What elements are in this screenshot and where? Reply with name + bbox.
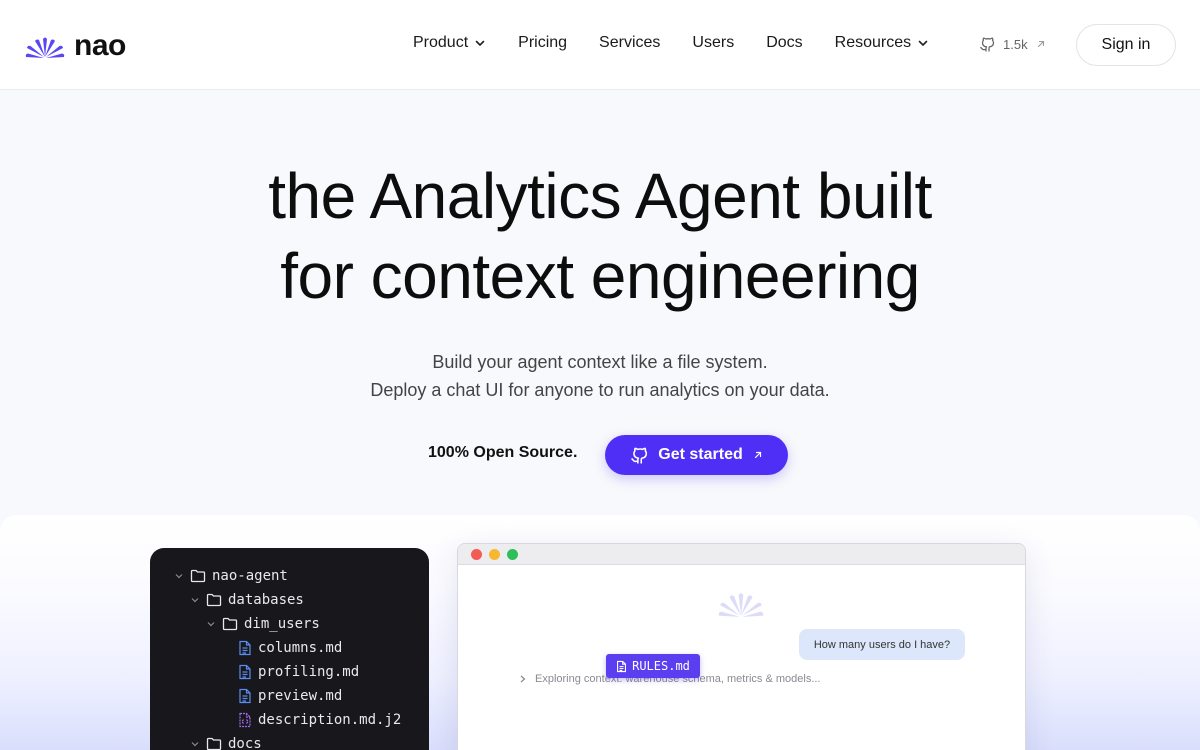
chevron-down-icon <box>207 622 215 627</box>
hero-subtitle-line: Build your agent context like a file sys… <box>432 352 768 372</box>
chevron-down-icon <box>475 40 485 46</box>
chevron-right-icon <box>520 675 526 683</box>
tree-folder-row[interactable]: nao-agent <box>174 564 288 588</box>
main-nav: Product Pricing Services Users Docs Reso… <box>413 34 961 52</box>
dragged-file-label: RULES.md <box>632 659 690 673</box>
chevron-down-icon <box>191 598 199 603</box>
nav-item-label: Product <box>413 34 469 51</box>
file-tree-panel: nao-agent databases dim_users columns.md… <box>150 548 429 750</box>
brand-name: nao <box>74 29 126 62</box>
nav-item-product[interactable]: Product <box>413 34 486 52</box>
github-icon <box>980 37 995 52</box>
window-close-dot[interactable] <box>471 549 482 560</box>
tree-item-label: docs <box>228 736 262 750</box>
hero-title-line: the Analytics Agent built <box>268 160 932 232</box>
folder-icon <box>206 593 222 607</box>
tree-folder-row[interactable]: databases <box>190 588 304 612</box>
nao-logo-icon <box>25 37 65 58</box>
nav-item-label: Docs <box>766 34 803 51</box>
external-arrow-icon <box>1037 40 1044 48</box>
file-text-icon <box>239 664 251 680</box>
file-text-icon <box>617 660 627 672</box>
hero-subtitle: Build your agent context like a file sys… <box>0 348 1200 404</box>
nav-item-resources[interactable]: Resources <box>835 34 929 52</box>
nav-item-label: Services <box>599 34 661 51</box>
site-header: nao Product Pricing Services Users Docs … <box>0 0 1200 90</box>
tree-item-label: preview.md <box>258 688 343 704</box>
nav-item-label: Pricing <box>518 34 568 51</box>
chevron-down-icon <box>175 574 183 579</box>
nav-item-label: Resources <box>834 34 912 51</box>
file-text-icon <box>239 688 251 704</box>
get-started-label: Get started <box>658 446 743 463</box>
signin-button[interactable]: Sign in <box>1076 24 1176 66</box>
window-minimize-dot[interactable] <box>489 549 500 560</box>
nav-item-users[interactable]: Users <box>692 34 734 52</box>
tree-item-label: nao-agent <box>212 568 288 584</box>
folder-icon <box>190 569 206 583</box>
tree-file-row[interactable]: description.md.j2 <box>238 708 401 732</box>
tree-item-label: columns.md <box>258 640 343 656</box>
tree-file-row[interactable]: profiling.md <box>238 660 359 684</box>
nav-item-label: Users <box>692 34 735 51</box>
nav-item-pricing[interactable]: Pricing <box>518 34 567 52</box>
hero-title-line: for context engineering <box>280 240 920 312</box>
github-stars-count: 1.5k <box>1003 36 1028 52</box>
folder-icon <box>222 617 238 631</box>
github-stars-link[interactable]: 1.5k <box>979 36 1046 52</box>
file-code-icon <box>239 712 251 728</box>
tree-folder-row[interactable]: dim_users <box>206 612 320 636</box>
tree-folder-row[interactable]: docs <box>190 732 262 750</box>
tree-item-label: dim_users <box>244 616 320 632</box>
github-icon <box>631 447 648 464</box>
tree-file-row[interactable]: preview.md <box>238 684 342 708</box>
chevron-down-icon <box>191 742 199 747</box>
external-arrow-icon <box>754 451 761 459</box>
dragged-file-chip[interactable]: RULES.md <box>606 654 700 678</box>
hero-subtitle-line: Deploy a chat UI for anyone to run analy… <box>370 380 830 400</box>
user-message-bubble: How many users do I have? <box>799 629 965 660</box>
window-maximize-dot[interactable] <box>507 549 518 560</box>
tree-file-row[interactable]: columns.md <box>238 636 342 660</box>
tree-item-label: profiling.md <box>258 664 360 680</box>
get-started-button[interactable]: Get started <box>605 435 788 475</box>
tree-item-label: description.md.j2 <box>258 712 402 728</box>
chevron-down-icon <box>918 40 928 46</box>
nao-logo-icon <box>718 593 764 617</box>
open-source-label: 100% Open Source. <box>428 444 578 461</box>
folder-icon <box>206 737 222 750</box>
nav-item-docs[interactable]: Docs <box>766 34 802 52</box>
logo[interactable]: nao <box>24 31 126 61</box>
tree-item-label: databases <box>228 592 304 608</box>
nav-item-services[interactable]: Services <box>599 34 660 52</box>
window-titlebar <box>458 544 1025 565</box>
file-text-icon <box>239 640 251 656</box>
hero-title: the Analytics Agent built for context en… <box>0 156 1200 316</box>
